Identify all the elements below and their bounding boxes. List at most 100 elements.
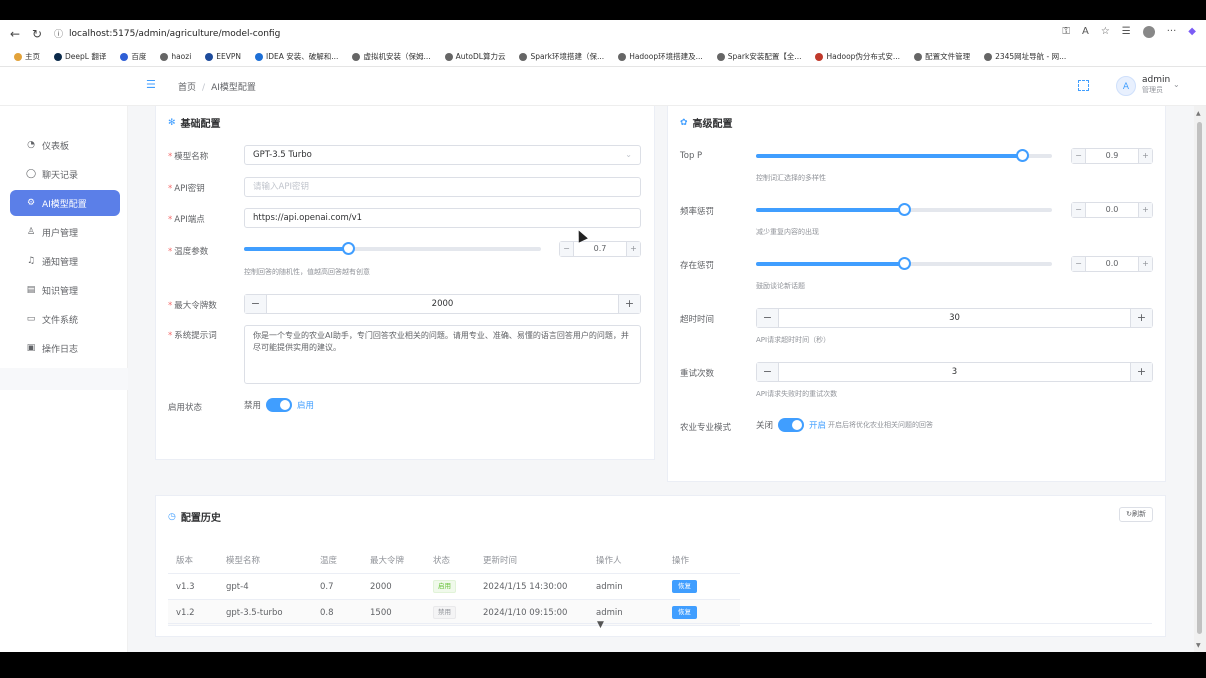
sidebar-item-logs[interactable]: ▣ 操作日志 [10,335,120,361]
timeout-label: 超时时间 [680,315,715,325]
globe-icon [984,52,993,61]
bookmark-2[interactable]: 百度 [120,51,146,62]
bookmark-1[interactable]: DeepL 翻译 [54,51,106,62]
frequency-stepper[interactable]: −0.0 + [1071,202,1153,218]
decrement-button[interactable]: − [757,363,779,381]
label-text: 最大令牌数 [174,301,217,311]
card-title-text: 配置历史 [180,513,221,524]
stepper-value[interactable]: 2000 [267,295,618,313]
increment-button[interactable]: + [1138,257,1152,271]
frequency-slider[interactable] [756,203,1052,216]
temperature-hint: 控制回答的随机性，值越高回答越有创意 [244,268,370,276]
increment-button[interactable]: + [618,295,640,313]
increment-button[interactable]: + [1130,309,1152,327]
bookmark-5[interactable]: IDEA 安装、破解和... [255,51,338,62]
more-icon[interactable]: ··· [1167,26,1177,38]
status-toggle[interactable] [266,398,293,412]
card-title: ◷ 配置历史 [168,509,221,525]
presence-stepper[interactable]: −0.0 + [1071,256,1153,272]
sidebar-item-knowledge[interactable]: ▤ 知识管理 [10,277,120,303]
page-scrollbar[interactable]: ▲ ▼ [1194,106,1206,652]
bookmark-8[interactable]: Spark环境搭建（保... [519,51,604,62]
apikey-label: * API密钥 [168,182,205,194]
reload-icon[interactable]: ↻ [30,27,44,41]
copilot-icon[interactable]: ◆ [1188,26,1196,38]
site-info-icon[interactable]: ⓘ [54,27,63,40]
bookmark-11[interactable]: Hadoop伪分布式安... [815,51,900,62]
globe-icon [519,52,528,61]
maxtokens-stepper[interactable]: −2000 + [244,294,641,314]
model-select[interactable]: GPT-3.5 Turbo ⌄ [244,145,641,165]
sidebar-item-dashboard[interactable]: ◔ 仪表板 [10,132,120,158]
stepper-value[interactable]: 0.7 [574,242,626,256]
sidebar-item-notifications[interactable]: ♫ 通知管理 [10,248,120,274]
bookmark-6[interactable]: 虚拟机安装（保姆... [352,51,431,62]
bookmark-10[interactable]: Spark安装配置【全... [716,51,801,62]
increment-button[interactable]: + [1130,363,1152,381]
prompt-textarea[interactable]: 你是一个专业的农业AI助手，专门回答农业相关的问题。请用专业、准确、易懂的语言回… [244,325,641,384]
slider-handle[interactable] [898,203,911,216]
endpoint-input[interactable]: https://api.openai.com/v1 [244,208,641,228]
chevron-down-icon[interactable]: ⌄ [1173,80,1180,89]
star-icon[interactable]: ☆ [1101,26,1110,38]
scroll-hint-chevron-icon[interactable]: ▼ [597,620,604,630]
scrollbar-thumb[interactable] [1197,122,1202,634]
increment-button[interactable]: + [1138,203,1152,217]
decrement-button[interactable]: − [1072,203,1086,217]
topp-stepper[interactable]: −0.9 + [1071,148,1153,164]
stepper-value[interactable]: 30 [779,309,1130,327]
bookmark-3[interactable]: haozi [160,52,191,61]
slider-handle[interactable] [1016,149,1030,162]
url-text[interactable]: localhost:5175/admin/agriculture/model-c… [69,29,280,39]
sidebar-item-model-config[interactable]: ⚙ AI模型配置 [10,190,120,216]
bookmark-7[interactable]: AutoDL算力云 [444,51,505,62]
increment-button[interactable]: + [626,242,640,256]
temperature-stepper[interactable]: −0.7 + [559,241,641,257]
table-row: v1.3 gpt-4 0.7 2000 启用 2024/1/15 14:30:0… [168,574,740,600]
stepper-value[interactable]: 0.9 [1086,149,1138,163]
endpoint-label: * API端点 [168,213,205,225]
refresh-button[interactable]: ↻刷新 [1119,507,1153,522]
favorites-icon[interactable]: ☰ [1122,26,1131,38]
apikey-input[interactable]: 请输入API密钥 [244,177,641,197]
restore-button[interactable]: 恢复 [672,606,697,619]
agri-mode-toggle[interactable] [778,418,805,432]
scroll-up-icon[interactable]: ▲ [1196,110,1201,117]
bookmark-9[interactable]: Hadoop环境搭建及... [618,51,703,62]
avatar[interactable]: A [1116,76,1136,96]
slider-handle[interactable] [898,257,911,270]
scroll-down-icon[interactable]: ▼ [1196,642,1201,649]
sidebar-item-label: 操作日志 [42,344,79,355]
profile-icon[interactable] [1142,26,1155,38]
timeout-stepper[interactable]: −30 + [756,308,1153,328]
stepper-value[interactable]: 3 [779,363,1130,381]
translate-icon[interactable]: A [1082,26,1089,38]
user-info[interactable]: admin 管理员 [1142,75,1170,95]
breadcrumb-home[interactable]: 首页 [178,83,196,93]
fullscreen-icon[interactable] [1078,80,1089,91]
slider-handle[interactable] [341,242,355,255]
retry-stepper[interactable]: −3 + [756,362,1153,382]
bookmark-0[interactable]: 主页 [14,51,40,62]
stepper-value[interactable]: 0.0 [1086,203,1138,217]
stepper-value[interactable]: 0.0 [1086,257,1138,271]
decrement-button[interactable]: − [1072,257,1086,271]
presence-slider[interactable] [756,257,1052,270]
sidebar-item-users[interactable]: ♙ 用户管理 [10,219,120,245]
sidebar-item-chat[interactable]: ◯ 聊天记录 [10,161,120,187]
decrement-button[interactable]: − [757,309,779,327]
topp-slider[interactable] [756,149,1052,162]
menu-toggle-icon[interactable]: ☰ [146,79,156,90]
key-icon[interactable]: ⚿ [1062,26,1070,38]
back-icon[interactable]: ← [8,27,22,41]
decrement-button[interactable]: − [245,295,267,313]
decrement-button[interactable]: − [560,242,574,256]
bookmark-13[interactable]: 2345网址导航 - 网... [984,51,1066,62]
temperature-slider[interactable] [244,242,541,255]
bookmark-12[interactable]: 配置文件管理 [914,51,970,62]
decrement-button[interactable]: − [1072,149,1086,163]
bookmark-4[interactable]: EEVPN [205,52,241,61]
restore-button[interactable]: 恢复 [672,580,697,593]
increment-button[interactable]: + [1138,149,1152,163]
sidebar-item-files[interactable]: ▭ 文件系统 [10,306,120,332]
